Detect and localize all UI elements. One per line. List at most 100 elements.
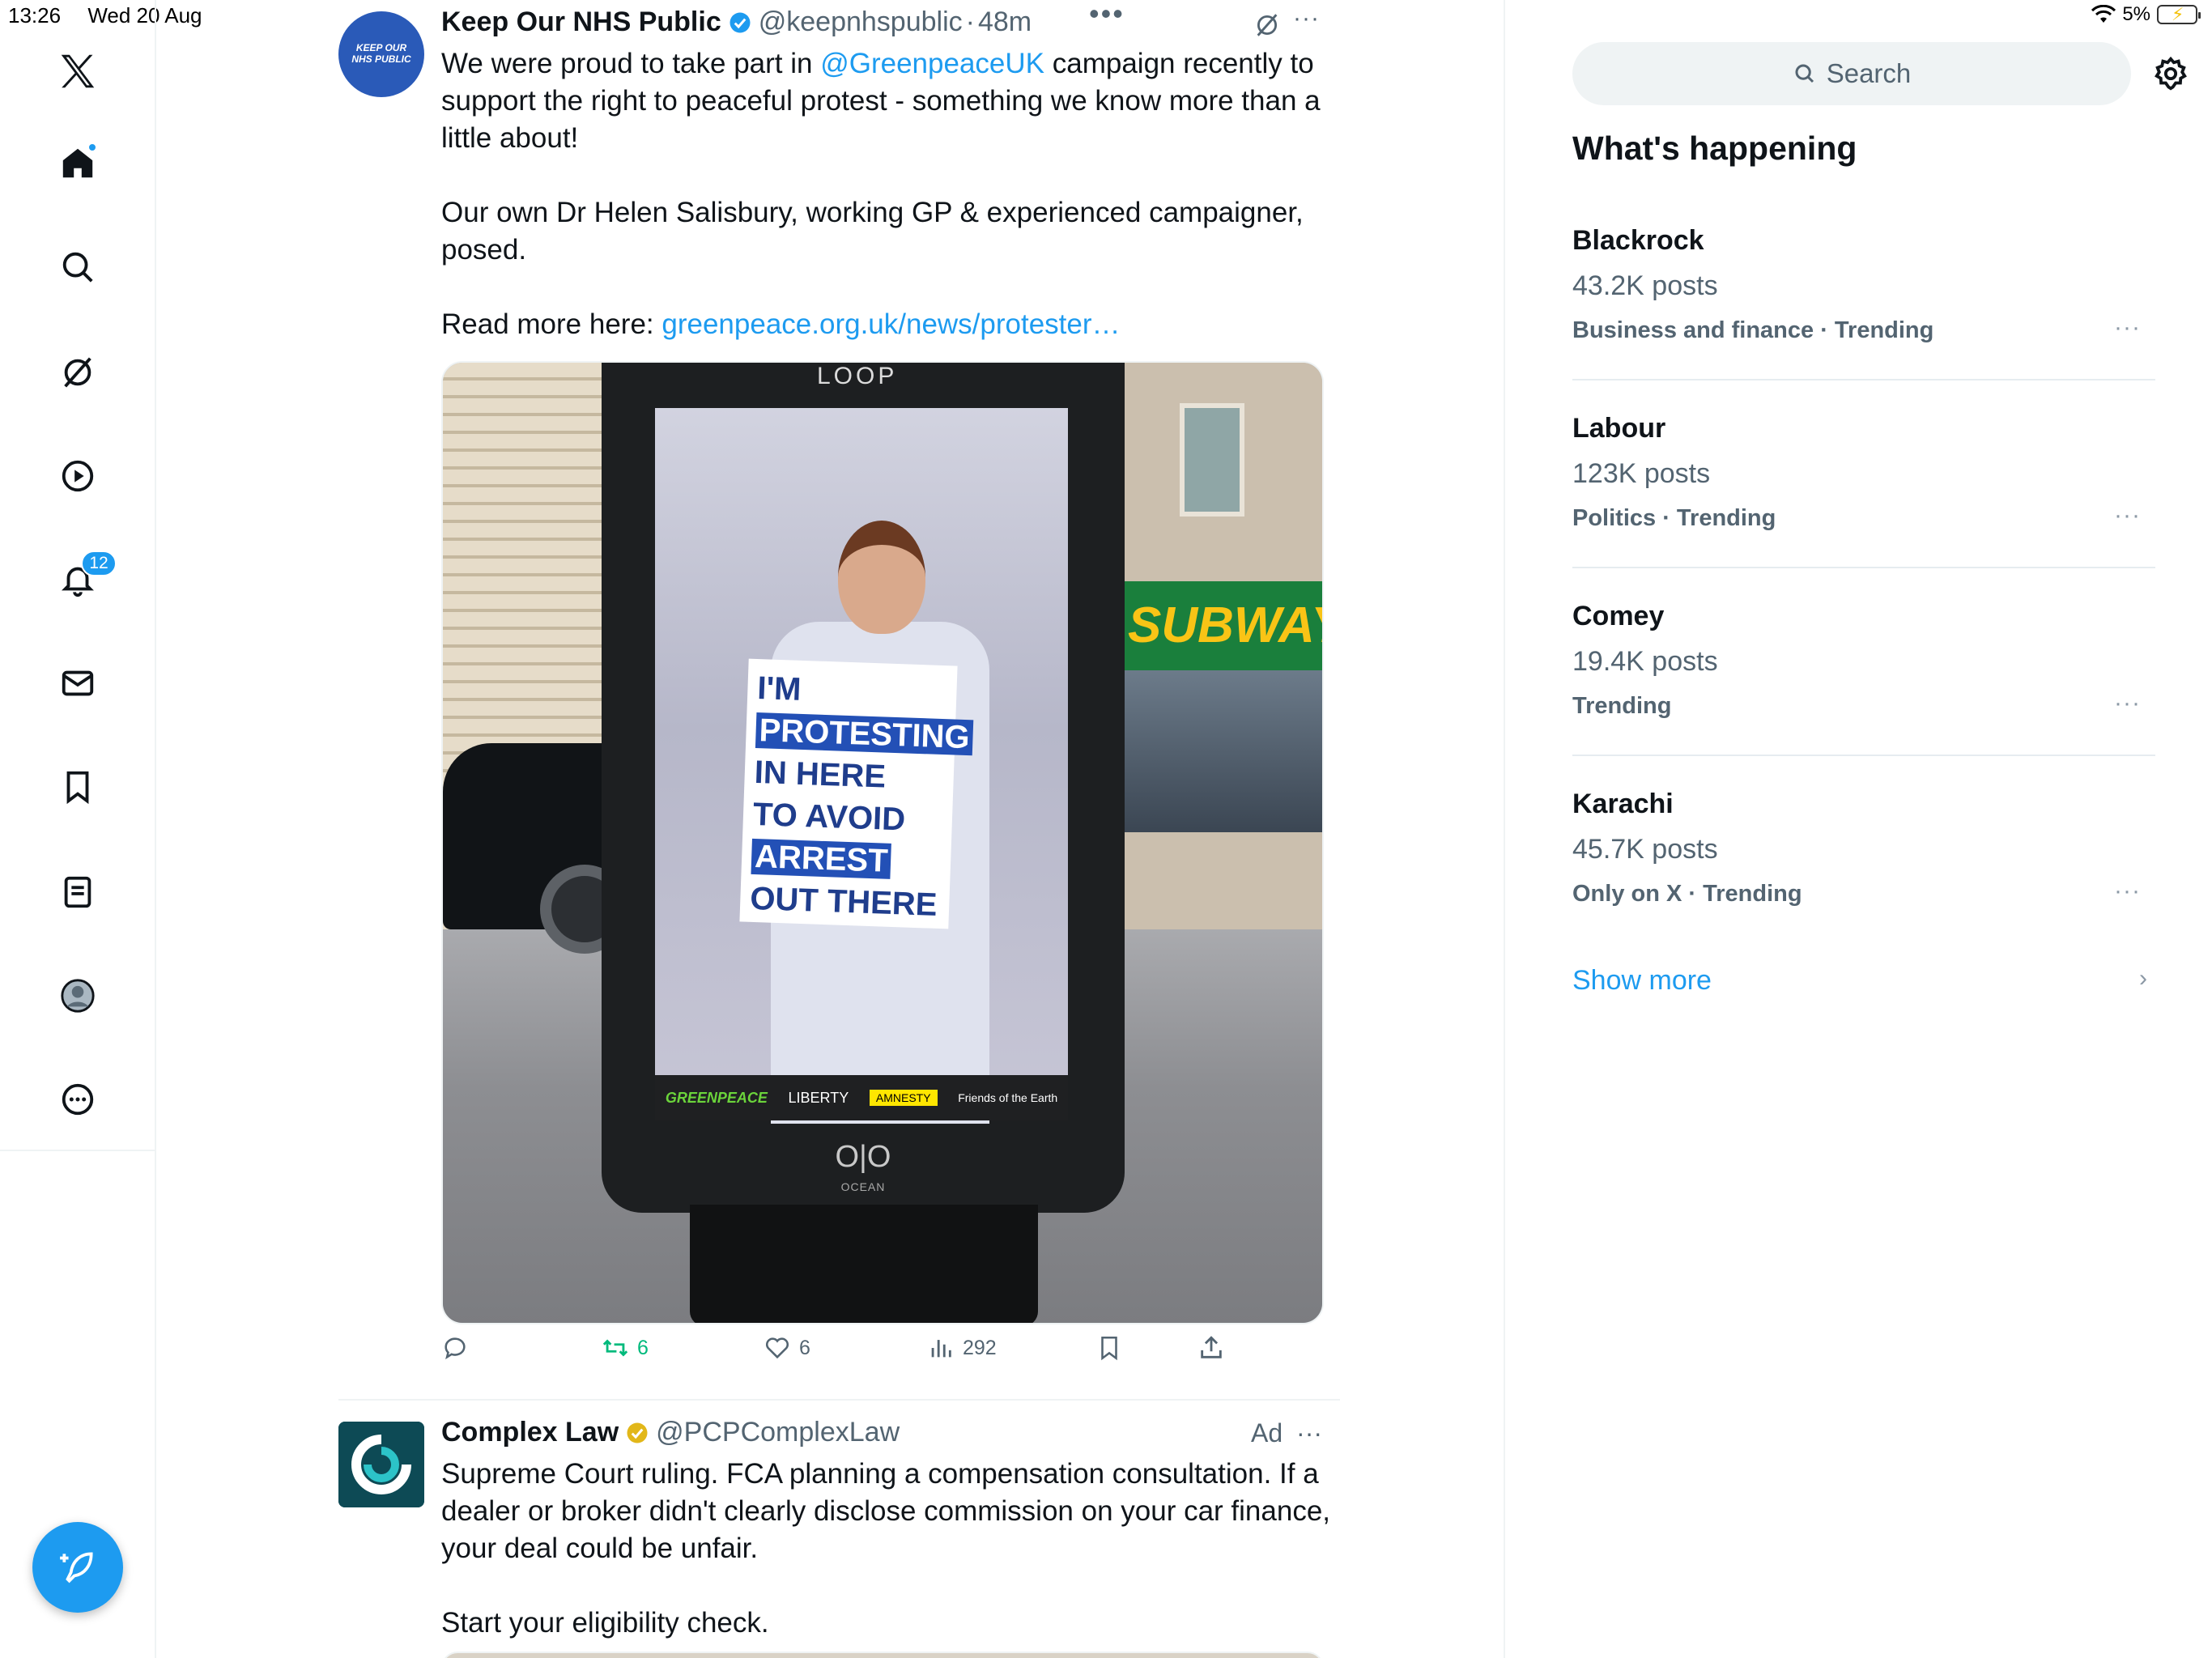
timeline: ••• KEEP OUR NHS PUBLIC Keep Our NHS Pub… xyxy=(158,0,1505,1658)
list-icon xyxy=(64,876,91,908)
tweet-divider xyxy=(338,1399,1340,1401)
sponsor-greenpeace: GREENPEACE xyxy=(665,1089,768,1106)
trend-item[interactable]: Blackrock 43.2K posts Business and finan… xyxy=(1572,225,2155,413)
bookmark-icon xyxy=(66,771,89,805)
bookmark-icon xyxy=(1101,1336,1117,1361)
display-name[interactable]: Keep Our NHS Public xyxy=(441,6,721,38)
nav-grok[interactable] xyxy=(53,348,102,397)
trend-context: Only on X · Trending xyxy=(1572,881,1802,907)
nav-divider xyxy=(0,1150,156,1151)
trending-section-title: What's happening xyxy=(1572,130,1857,167)
nav-video[interactable] xyxy=(53,452,102,500)
gear-icon[interactable] xyxy=(2152,55,2189,92)
nav-home[interactable] xyxy=(53,139,102,188)
handle[interactable]: @keepnhspublic xyxy=(759,6,963,38)
retweet-count: 6 xyxy=(637,1336,649,1359)
trend-name: Karachi xyxy=(1572,789,1674,819)
show-more-link[interactable]: Show more xyxy=(1572,965,1712,997)
nav-explore[interactable] xyxy=(53,243,102,291)
compose-button[interactable] xyxy=(32,1522,123,1613)
tweet-paragraph-2: Our own Dr Helen Salisbury, working GP &… xyxy=(441,197,1304,266)
trend-item[interactable]: Comey 19.4K posts Trending ··· xyxy=(1572,601,2155,789)
nav-more[interactable] xyxy=(53,1075,102,1124)
sign-line: I'M xyxy=(756,670,802,708)
display-name[interactable]: Complex Law xyxy=(441,1417,619,1448)
tweet-photo[interactable] xyxy=(441,1652,1324,1658)
time-separator: · xyxy=(965,6,975,37)
grok-explain-icon[interactable] xyxy=(1253,11,1281,39)
store-sign-text: SUBWAY xyxy=(1128,597,1324,653)
trend-item[interactable]: Karachi 45.7K posts Only on X · Trending… xyxy=(1572,789,2155,976)
gold-verified-badge-icon xyxy=(627,1422,648,1443)
photo-store-window xyxy=(1123,670,1322,832)
article-link[interactable]: greenpeace.org.uk/news/protester… xyxy=(661,308,1120,340)
trend-more-icon[interactable]: ··· xyxy=(2114,502,2141,529)
trend-divider xyxy=(1572,379,2155,380)
left-navigation: 12 xyxy=(0,0,156,1658)
views-button[interactable]: 292 xyxy=(927,1334,997,1362)
profile-icon xyxy=(61,979,95,1013)
photo-person-head xyxy=(838,521,925,634)
tweet-header: Complex Law @PCPComplexLaw xyxy=(441,1417,900,1448)
search-placeholder: Search xyxy=(1826,58,1912,88)
reply-icon xyxy=(445,1337,466,1360)
mail-icon xyxy=(62,670,94,696)
tweet-paragraph-2: Start your eligibility check. xyxy=(441,1607,769,1639)
compose-icon xyxy=(60,1552,93,1584)
ad-label: Ad ··· xyxy=(1251,1418,1322,1448)
grok-icon xyxy=(64,357,91,388)
views-count: 292 xyxy=(963,1336,997,1359)
x-logo-icon[interactable] xyxy=(53,47,102,96)
nav-notifications[interactable]: 12 xyxy=(53,551,117,604)
trend-post-count: 43.2K posts xyxy=(1572,270,1718,301)
photo-window xyxy=(1180,403,1244,517)
home-unread-dot xyxy=(87,142,97,152)
top-more-dots[interactable]: ••• xyxy=(1089,0,1125,31)
trend-more-icon[interactable]: ··· xyxy=(2114,314,2141,342)
share-button[interactable] xyxy=(1197,1334,1225,1362)
sponsor-liberty: LIBERTY xyxy=(788,1089,849,1106)
tweet-paragraph-3: Read more here: greenpeace.org.uk/news/p… xyxy=(441,306,1340,343)
trend-context: Business and finance · Trending xyxy=(1572,317,1934,343)
tweet-actions: 6 6 292 xyxy=(441,1334,1340,1376)
avatar[interactable] xyxy=(338,1422,424,1507)
photo-billboard-stand xyxy=(690,1205,1038,1323)
trend-more-icon[interactable]: ··· xyxy=(2114,690,2141,717)
search-input[interactable]: Search xyxy=(1572,42,2131,105)
trend-more-icon[interactable]: ··· xyxy=(2114,878,2141,905)
avatar[interactable]: KEEP OUR NHS PUBLIC xyxy=(338,11,424,97)
retweet-button[interactable]: 6 xyxy=(602,1334,649,1362)
ocean-logo: O|O xyxy=(835,1140,891,1174)
tweet-text: We were proud to take part in @Greenpeac… xyxy=(441,45,1340,343)
protest-sign: I'M PROTESTING IN HERE TO AVOID ARREST O… xyxy=(739,658,974,929)
nav-lists[interactable] xyxy=(53,868,102,916)
search-icon xyxy=(1795,64,1814,83)
mention-link[interactable]: @GreenpeaceUK xyxy=(820,48,1044,79)
trend-name: Labour xyxy=(1572,413,1666,444)
photo-store-sign: SUBWAY xyxy=(1123,581,1324,670)
billboard-sponsor-bar: GREENPEACE LIBERTY AMNESTY Friends of th… xyxy=(655,1075,1068,1120)
avatar-text-line2: NHS PUBLIC xyxy=(351,53,411,65)
nav-messages[interactable] xyxy=(53,659,102,708)
sign-line: TO AVOID xyxy=(752,796,906,838)
trend-post-count: 19.4K posts xyxy=(1572,646,1718,677)
verified-badge-icon xyxy=(730,12,751,32)
nav-profile[interactable] xyxy=(53,971,102,1020)
handle[interactable]: @PCPComplexLaw xyxy=(656,1417,900,1448)
tweet-more-icon[interactable]: ··· xyxy=(1293,5,1320,32)
billboard-brand: LOOP xyxy=(817,363,898,389)
avatar-text-line1: KEEP OUR xyxy=(355,42,407,53)
bar-chart-icon xyxy=(931,1340,951,1358)
tweet-text: Supreme Court ruling. FCA planning a com… xyxy=(441,1456,1340,1642)
bookmark-button[interactable] xyxy=(1095,1334,1123,1362)
reply-button[interactable] xyxy=(441,1334,477,1362)
sponsor-amnesty: AMNESTY xyxy=(869,1090,938,1106)
trend-item[interactable]: Labour 123K posts Politics · Trending ··… xyxy=(1572,413,2155,601)
nav-bookmarks[interactable] xyxy=(53,763,102,811)
heart-icon xyxy=(765,1337,789,1359)
like-button[interactable]: 6 xyxy=(764,1334,810,1362)
tweet-photo[interactable]: SUBWAY LOOP I'M PROTESTING IN HERE TO AV… xyxy=(441,361,1324,1324)
tweet-time[interactable]: 48m xyxy=(978,6,1032,38)
trend-name: Comey xyxy=(1572,601,1665,631)
tweet-more-icon[interactable]: ··· xyxy=(1296,1418,1322,1448)
